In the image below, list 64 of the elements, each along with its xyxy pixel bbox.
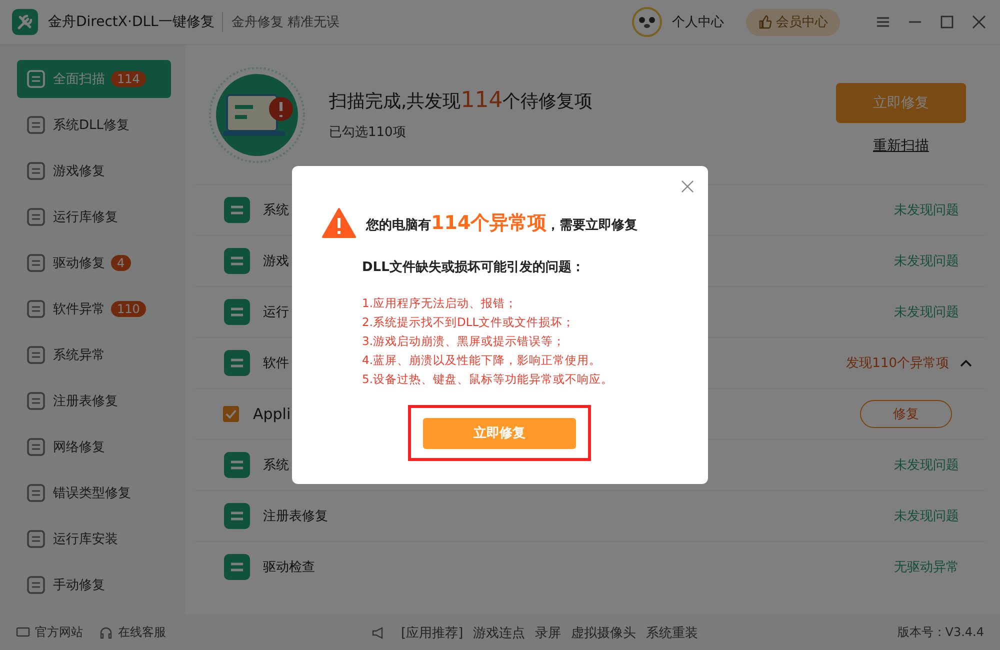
sidebar-item[interactable]: 错误类型修复 (17, 474, 171, 512)
monitor-icon (16, 626, 30, 640)
issue-text: 2.系统提示找不到DLL文件或文件损坏； (362, 314, 576, 331)
scan-status-text: 未发现问题 (894, 202, 959, 219)
sidebar-item[interactable]: 系统DLL修复 (17, 106, 171, 144)
close-icon[interactable] (972, 15, 986, 29)
recommend-label: [应用推荐] (401, 624, 464, 642)
issue-text: 1.应用程序无法启动、报错； (362, 295, 518, 312)
scan-result-title: 扫描完成,共发现114个待修复项 (329, 88, 594, 113)
sidebar-item[interactable]: 软件异常 110 (17, 290, 171, 328)
dialog-subtitle: DLL文件缺失或损坏可能引发的问题： (362, 258, 586, 276)
chevron-up-icon[interactable] (959, 358, 973, 368)
category-name: 驱动检查 (263, 559, 315, 576)
sidebar-item[interactable]: 网络修复 (17, 428, 171, 466)
category-name: 运行 (263, 304, 289, 321)
application-name: Appli (253, 405, 291, 423)
sidebar-item[interactable]: 运行库安装 (17, 520, 171, 558)
category-name: 系统 (263, 202, 289, 219)
version-text: 版本号：V3.4.4 (897, 624, 984, 641)
scan-status-text: 无驱动异常 (894, 559, 959, 576)
sidebar-item[interactable]: 注册表修复 (17, 382, 171, 420)
recommended-app-link[interactable]: 游戏连点 (473, 624, 526, 642)
sidebar-item[interactable]: 运行库修复 (17, 198, 171, 236)
sidebar-item[interactable]: 驱动修复 4 (17, 244, 171, 282)
scan-status-text: 发现110个异常项 (846, 355, 949, 372)
sidebar-item[interactable]: 全面扫描 114 (17, 60, 171, 98)
footer-link[interactable]: 官方网站 (16, 624, 83, 641)
recommended-app-link[interactable]: 虚拟摄像头 (571, 624, 636, 642)
issue-text: 3.游戏启动崩溃、黑屏或提示错误等； (362, 333, 566, 350)
count-badge: 110 (111, 301, 146, 317)
category-name: 注册表修复 (263, 508, 328, 525)
scan-status-text: 未发现问题 (894, 253, 959, 270)
maximize-icon[interactable] (940, 15, 954, 29)
issue-text: 4.蓝屏、崩溃以及性能下降，影响正常使用。 (362, 352, 602, 369)
dialog-title: 您的电脑有114个异常项，需要立即修复 (366, 211, 638, 236)
count-badge: 114 (111, 71, 146, 87)
checkbox[interactable] (223, 406, 239, 422)
app-title: 金舟DirectX·DLL一键修复 (48, 13, 214, 31)
recommended-app-link[interactable]: 系统重装 (646, 624, 698, 642)
recommended-app-link[interactable]: 录屏 (535, 624, 562, 642)
selected-count-text: 已勾选110项 (329, 124, 407, 141)
menu-icon[interactable] (876, 15, 890, 29)
scan-status-text: 未发现问题 (894, 508, 959, 525)
rescan-link[interactable]: 重新扫描 (873, 136, 929, 154)
user-center-link[interactable]: 个人中心 (672, 13, 724, 31)
fix-now-button[interactable]: 立即修复 (423, 418, 576, 448)
vip-center-button[interactable]: 会员中心 (746, 8, 840, 36)
count-badge: 4 (111, 255, 131, 271)
sidebar-item[interactable]: 游戏修复 (17, 152, 171, 190)
issue-text: 5.设备过热、键盘、鼠标等功能异常或不响应。 (362, 371, 614, 388)
category-name: 游戏 (263, 253, 289, 270)
headset-icon (99, 626, 113, 640)
thumbs-up-icon (758, 15, 772, 29)
sidebar-item[interactable]: 系统异常 (17, 336, 171, 374)
footer-link[interactable]: 在线客服 (99, 624, 166, 641)
scan-status-text: 未发现问题 (894, 457, 959, 474)
repair-button[interactable]: 修复 (860, 400, 952, 428)
wrench-logo-icon (12, 9, 38, 35)
app-slogan: 金舟修复 精准无误 (231, 14, 340, 31)
scan-status-text: 未发现问题 (894, 304, 959, 321)
category-name: 系统 (263, 457, 289, 474)
close-icon[interactable] (681, 180, 694, 193)
sidebar-item[interactable]: 手动修复 (17, 566, 171, 604)
category-name: 软件 (263, 355, 289, 372)
